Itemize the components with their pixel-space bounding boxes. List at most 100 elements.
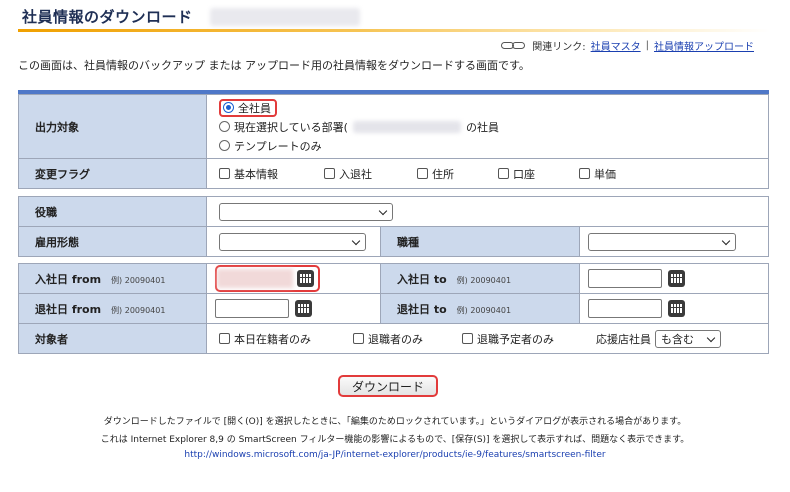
page-description: この画面は、社員情報のバックアップ または アップロード用の社員情報をダウンロー…: [18, 59, 530, 72]
download-button[interactable]: ダウンロード: [338, 375, 438, 397]
employment-type-select[interactable]: [219, 233, 366, 251]
checkbox[interactable]: [579, 168, 590, 179]
radio-template-label: テンプレートのみ: [234, 139, 322, 153]
radio-selected-department[interactable]: 現在選択している部署( の社員: [219, 117, 768, 136]
calendar-icon[interactable]: [297, 270, 314, 287]
chevron-down-icon: [706, 333, 716, 342]
leave-from-input[interactable]: [215, 299, 289, 318]
note-line-2: これは Internet Explorer 8,9 の SmartScreen …: [100, 435, 690, 445]
label-text: 入社日 from: [35, 272, 102, 286]
checkbox[interactable]: [417, 168, 428, 179]
checkbox-label: 単価: [594, 167, 616, 181]
checkbox[interactable]: [219, 333, 230, 344]
label-text: 退社日 to: [397, 302, 447, 316]
checkbox-account[interactable]: 口座: [498, 166, 579, 182]
position-label: 役職: [18, 196, 207, 227]
radio-button-checked[interactable]: [223, 102, 234, 113]
checkbox-label: 口座: [513, 167, 535, 181]
chevron-down-icon: [351, 236, 361, 246]
checkbox-label: 本日在籍者のみ: [234, 332, 311, 346]
support-staff-select[interactable]: も含む: [655, 329, 721, 348]
position-select[interactable]: [219, 203, 393, 221]
join-to-label: 入社日 to 例) 20090401: [380, 263, 580, 294]
checkbox-label: 退職予定者のみ: [477, 332, 554, 346]
link-separator: |: [645, 40, 649, 51]
date-hint: 例) 20090401: [111, 275, 166, 285]
change-flag-cell: 基本情報 入退社 住所 口座 単価: [206, 158, 769, 189]
label-text: 退社日 from: [35, 302, 102, 316]
radio-department-suffix: の社員: [465, 120, 499, 134]
form-section-dates: 入社日 from 例) 20090401 入社日 to 例) 20090401 退社…: [18, 263, 769, 354]
form-section-position: 役職 雇用形態 職種: [18, 196, 769, 257]
join-to-input[interactable]: [588, 269, 662, 288]
link-employee-master[interactable]: 社員マスタ: [591, 38, 641, 53]
leave-from-cell: [206, 293, 381, 324]
checkbox-label: 基本情報: [234, 167, 278, 181]
calendar-icon[interactable]: [668, 300, 685, 317]
link-employee-upload[interactable]: 社員情報アップロード: [654, 38, 754, 53]
change-flag-label: 変更フラグ: [18, 158, 207, 189]
calendar-icon[interactable]: [295, 300, 312, 317]
chevron-down-icon: [378, 206, 388, 216]
checkbox[interactable]: [462, 333, 473, 344]
date-hint: 例) 20090401: [456, 305, 512, 315]
checkbox-basic-info[interactable]: 基本情報: [219, 166, 324, 182]
label-text: 入社日 to: [397, 272, 447, 286]
output-target-cell: 全社員 現在選択している部署( の社員 テンプレートのみ: [206, 94, 769, 159]
leave-from-label: 退社日 from 例) 20090401: [18, 293, 207, 324]
page-title: 社員情報のダウンロード: [22, 8, 193, 26]
date-hint: 例) 20090401: [456, 275, 512, 285]
redacted-title-text: [210, 8, 360, 26]
join-to-cell: [579, 263, 769, 294]
support-staff-label: 応援店社員: [596, 332, 651, 346]
radio-all-employees[interactable]: 全社員: [219, 98, 277, 117]
job-type-label: 職種: [380, 226, 580, 257]
date-hint: 例) 20090401: [111, 305, 166, 315]
related-links: 関連リンク: 社員マスタ | 社員情報アップロード: [501, 38, 754, 53]
join-from-cell: [206, 263, 381, 294]
radio-button[interactable]: [219, 121, 230, 132]
checkbox-label: 入退社: [339, 167, 372, 181]
leave-to-cell: [579, 293, 769, 324]
redacted-department-name: [352, 120, 461, 133]
employment-type-cell: [206, 226, 381, 257]
join-from-input[interactable]: [217, 269, 293, 288]
checkbox-current-only[interactable]: 本日在籍者のみ: [219, 331, 353, 347]
checkbox-label: 退職者のみ: [368, 332, 423, 346]
checkbox[interactable]: [219, 168, 230, 179]
checkbox-label: 住所: [432, 167, 454, 181]
note-line-1: ダウンロードしたファイルで [開く(O)] を選択したときに、「編集のためロック…: [103, 417, 687, 427]
radio-department-label: 現在選択している部署(: [234, 120, 348, 134]
leave-to-input[interactable]: [588, 299, 662, 318]
title-underline: [18, 29, 770, 32]
checkbox[interactable]: [324, 168, 335, 179]
form-section-output: 出力対象 全社員 現在選択している部署( の社員 テンプレートのみ 変更フラグ: [18, 94, 769, 189]
output-target-label: 出力対象: [18, 94, 207, 159]
job-type-cell: [579, 226, 769, 257]
radio-all-employees-label: 全社員: [238, 101, 271, 115]
calendar-icon[interactable]: [668, 270, 685, 287]
employment-type-label: 雇用形態: [18, 226, 207, 257]
checkbox-unit-price[interactable]: 単価: [579, 166, 616, 182]
chevron-down-icon: [721, 236, 731, 246]
link-chain-icon: [501, 41, 527, 50]
join-from-label: 入社日 from 例) 20090401: [18, 263, 207, 294]
leave-to-label: 退社日 to 例) 20090401: [380, 293, 580, 324]
checkbox-join-leave[interactable]: 入退社: [324, 166, 417, 182]
radio-button[interactable]: [219, 140, 230, 151]
join-from-highlight: [215, 265, 320, 292]
target-label: 対象者: [18, 323, 207, 354]
related-links-label: 関連リンク:: [532, 42, 586, 53]
smartscreen-link[interactable]: http://windows.microsoft.com/ja-JP/inter…: [0, 450, 790, 460]
radio-template-only[interactable]: テンプレートのみ: [219, 136, 768, 155]
checkbox-address[interactable]: 住所: [417, 166, 498, 182]
job-type-select[interactable]: [588, 233, 736, 251]
checkbox-retiring-only[interactable]: 退職予定者のみ: [462, 331, 596, 347]
page-header: 社員情報のダウンロード: [18, 4, 770, 32]
select-value: も含む: [661, 332, 694, 346]
position-cell: [206, 196, 769, 227]
checkbox[interactable]: [353, 333, 364, 344]
checkbox[interactable]: [498, 168, 509, 179]
target-cell: 本日在籍者のみ 退職者のみ 退職予定者のみ 応援店社員 も含む: [206, 323, 769, 354]
checkbox-retired-only[interactable]: 退職者のみ: [353, 331, 462, 347]
